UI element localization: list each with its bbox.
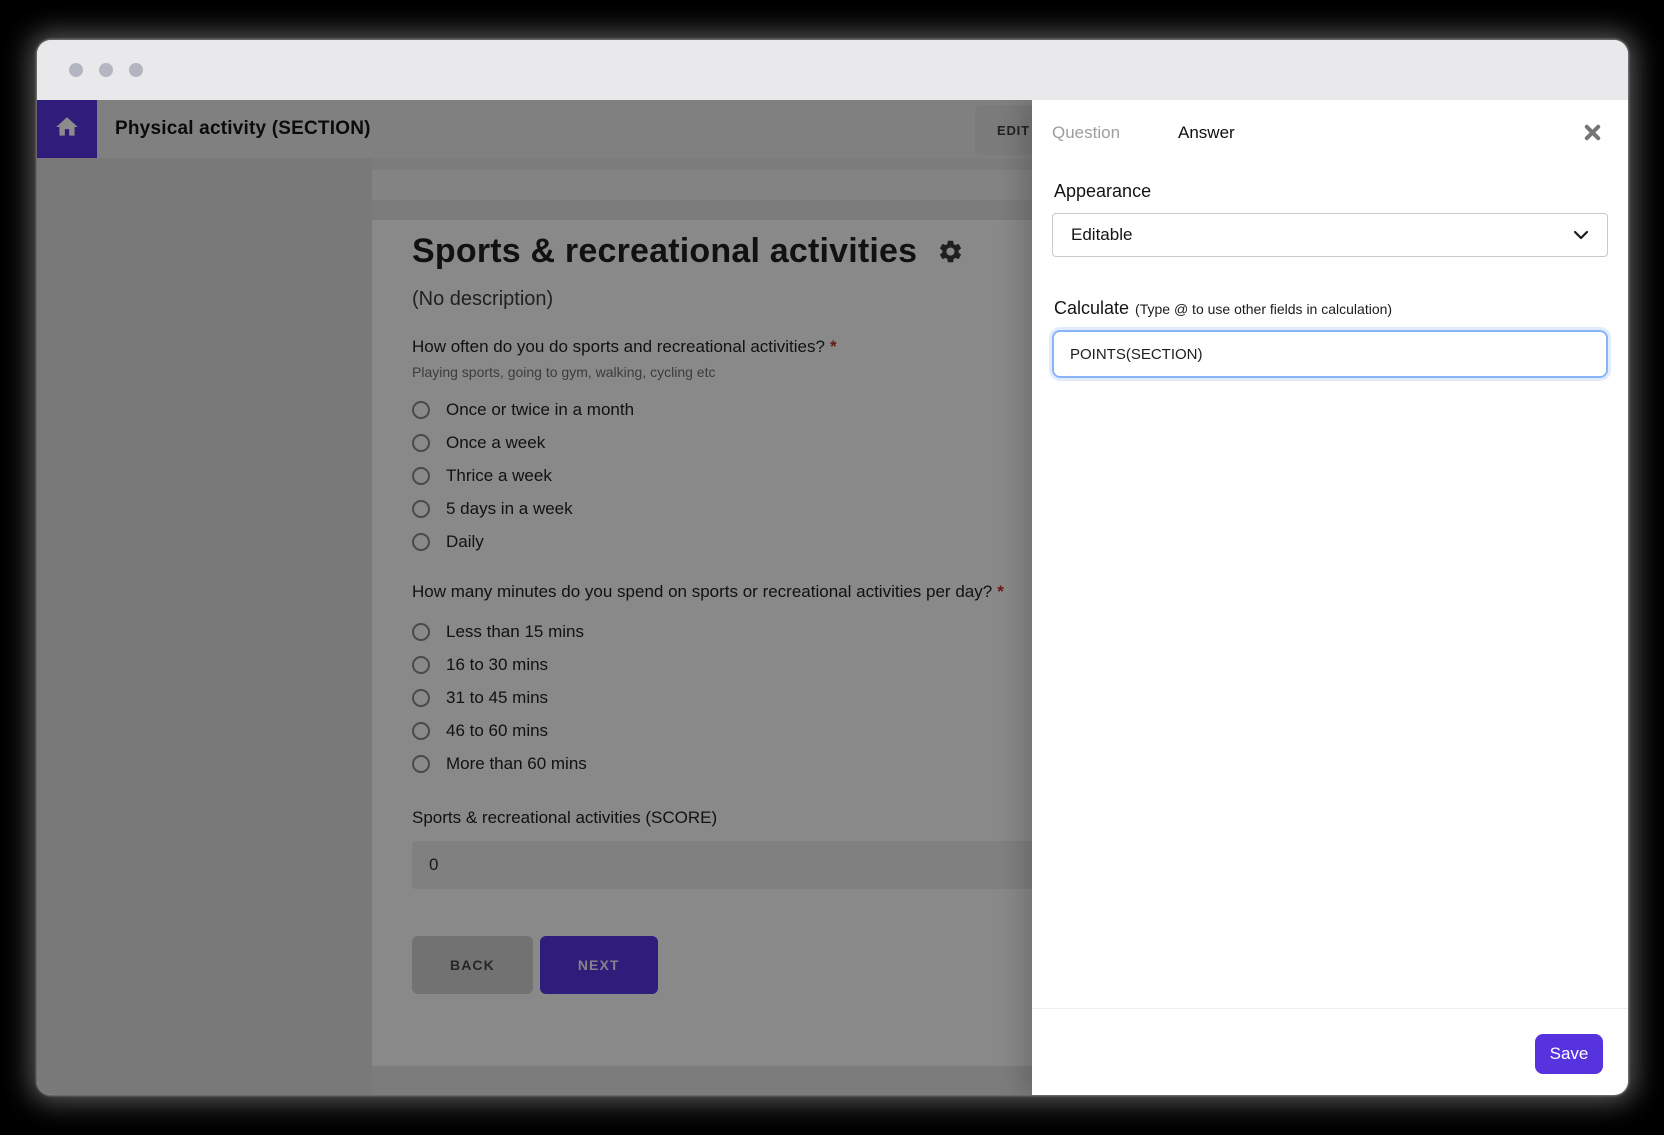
appearance-select-value: Editable [1071,225,1133,244]
browser-titlebar [37,40,1628,100]
tab-answer[interactable]: Answer [1178,118,1235,148]
calculate-hint: (Type @ to use other fields in calculati… [1135,301,1393,317]
panel-footer: Save [1032,1008,1628,1095]
close-icon [1583,123,1602,145]
window-dot-icon[interactable] [129,63,143,77]
close-panel-button[interactable] [1578,120,1606,148]
panel-tabs: Question Answer [1052,118,1608,148]
chevron-down-icon [1573,225,1589,245]
calculate-label-row: Calculate (Type @ to use other fields in… [1054,298,1392,319]
answer-settings-panel: Question Answer Appearance Editable Calc… [1032,100,1628,1095]
calculate-input-value: POINTS(SECTION) [1070,345,1203,363]
window-dot-icon[interactable] [69,63,83,77]
calculate-label: Calculate [1054,298,1130,318]
calculate-input[interactable]: POINTS(SECTION) [1052,330,1608,378]
tab-question[interactable]: Question [1052,118,1120,148]
appearance-select[interactable]: Editable [1052,213,1608,257]
save-button[interactable]: Save [1535,1034,1603,1074]
appearance-label: Appearance [1054,181,1152,201]
window-controls[interactable] [69,63,143,77]
window-dot-icon[interactable] [99,63,113,77]
browser-window: Physical activity (SECTION) EDIT Sports … [37,40,1628,1095]
